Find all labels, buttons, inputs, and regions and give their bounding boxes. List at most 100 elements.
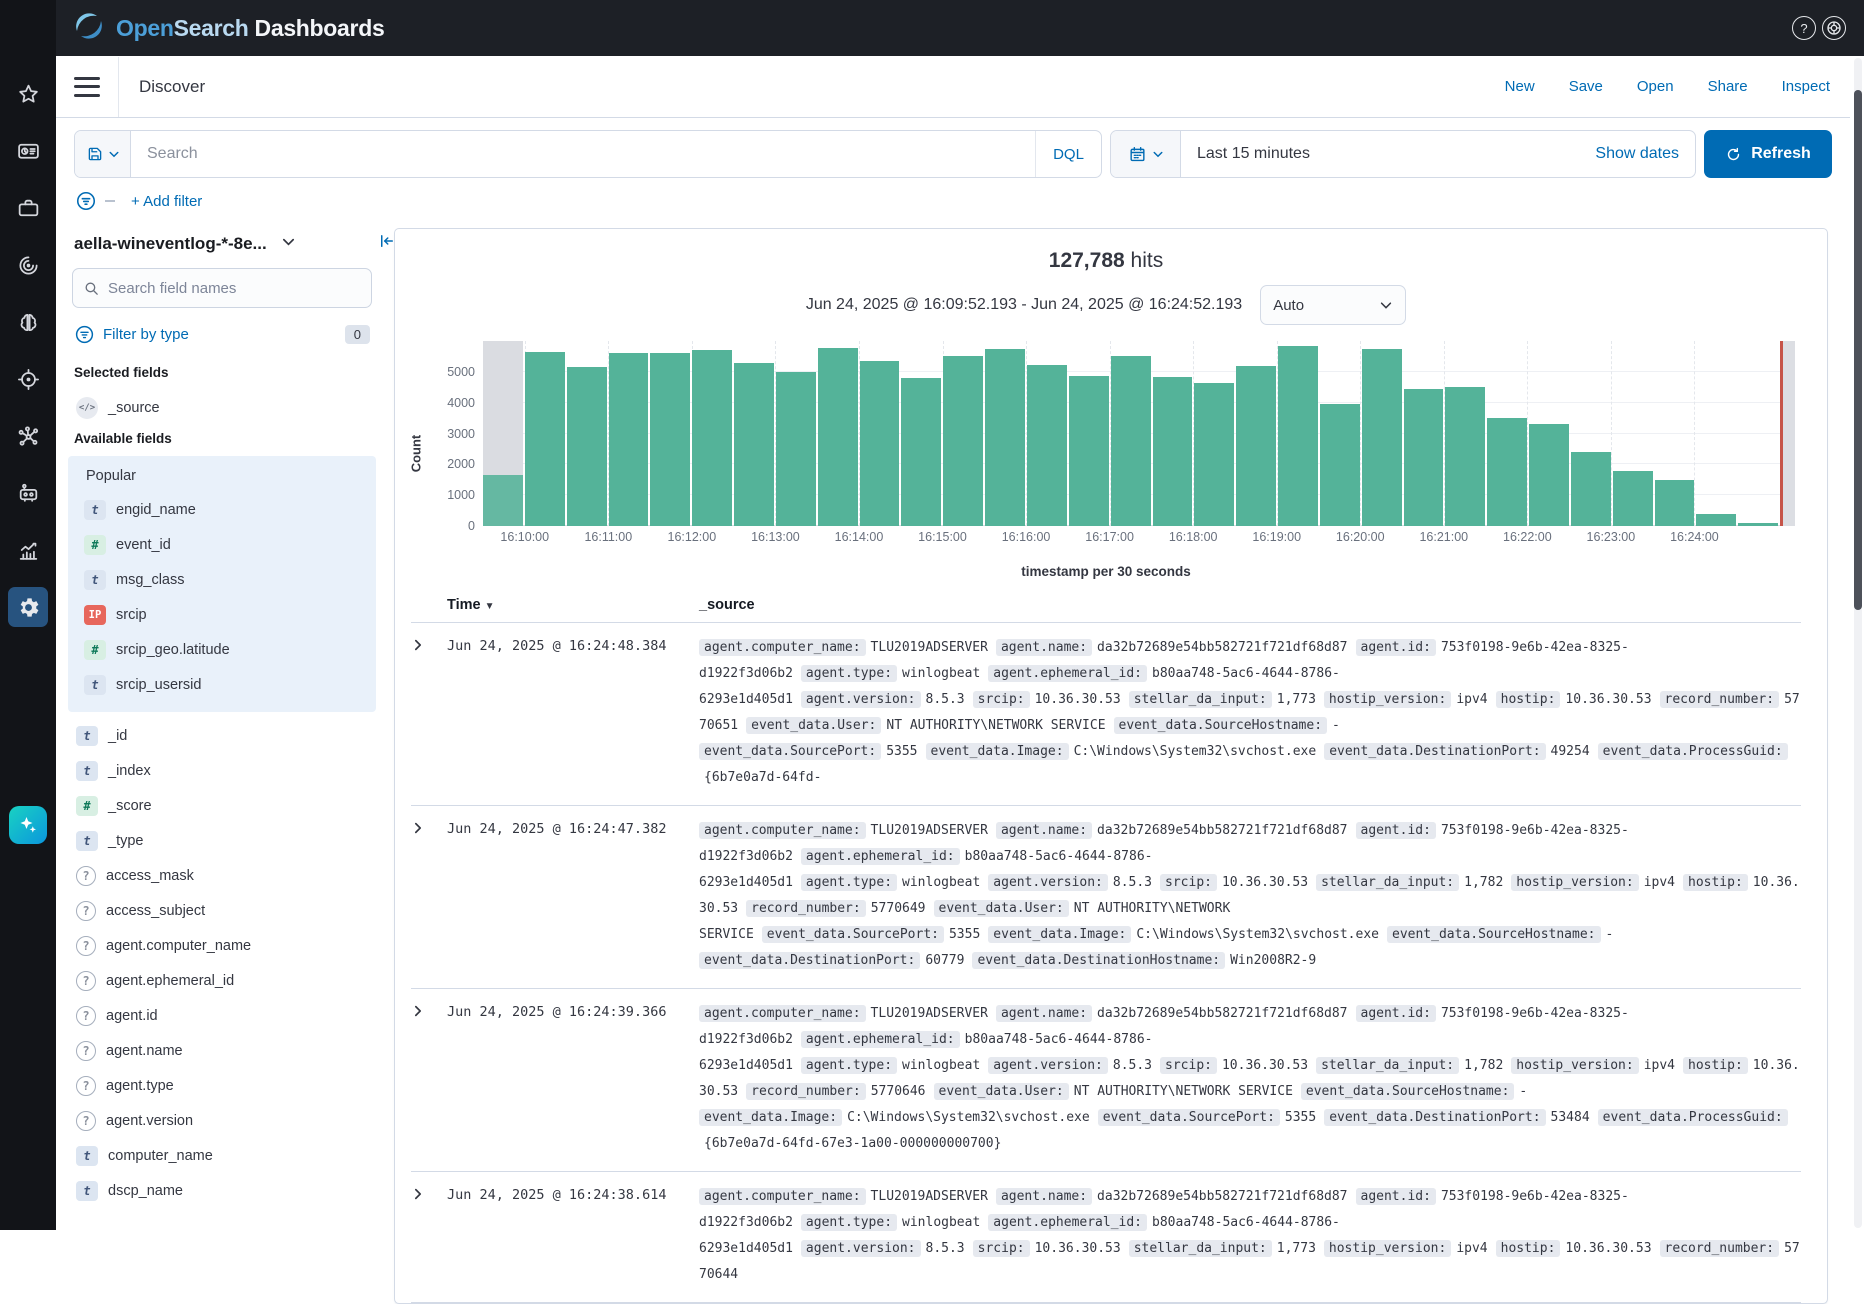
action-open[interactable]: Open — [1637, 78, 1674, 95]
collapse-sidebar-icon[interactable] — [378, 232, 396, 255]
histogram-bucket-16:09:30[interactable] — [483, 341, 523, 526]
action-inspect[interactable]: Inspect — [1782, 78, 1830, 95]
histogram-bucket-16:17:00[interactable] — [1111, 341, 1151, 526]
expand-row-icon[interactable] — [411, 635, 447, 791]
field-item-_index[interactable]: t _index — [72, 753, 372, 788]
scrollbar-thumb[interactable] — [1854, 90, 1862, 610]
field-value: NT AUTHORITY\NETWORK SERVICE — [1069, 1084, 1293, 1099]
histogram-bucket-16:23:30[interactable] — [1655, 341, 1695, 526]
histogram-bucket-16:19:30[interactable] — [1320, 341, 1360, 526]
histogram-bucket-16:19:00[interactable] — [1278, 341, 1318, 526]
histogram-bucket-16:23:00[interactable] — [1613, 341, 1653, 526]
kv-pair: agent.computer_name:TLU2019ADSERVER — [699, 640, 988, 655]
action-new[interactable]: New — [1505, 78, 1535, 95]
histogram-bucket-16:15:30[interactable] — [985, 341, 1025, 526]
help-icon[interactable]: ? — [1792, 16, 1816, 40]
field-item-srcip[interactable]: IP srcip — [72, 597, 372, 632]
histogram-bucket-16:12:30[interactable] — [734, 341, 774, 526]
time-column-header[interactable]: Time▼ — [447, 597, 699, 613]
histogram-bucket-16:17:30[interactable] — [1153, 341, 1193, 526]
show-dates-link[interactable]: Show dates — [1595, 145, 1679, 163]
nav-item-favorites[interactable] — [8, 74, 48, 114]
histogram-bucket-16:13:00[interactable] — [776, 341, 816, 526]
field-item-agent.ephemeral_id[interactable]: ? agent.ephemeral_id — [72, 963, 372, 998]
add-filter-button[interactable]: + Add filter — [131, 193, 202, 210]
histogram-bucket-16:20:30[interactable] — [1404, 341, 1444, 526]
field-item-agent.name[interactable]: ? agent.name — [72, 1033, 372, 1068]
expand-row-icon[interactable] — [411, 1184, 447, 1288]
nav-item-settings[interactable] — [8, 587, 48, 627]
histogram-bucket-16:21:30[interactable] — [1487, 341, 1527, 526]
action-save[interactable]: Save — [1569, 78, 1603, 95]
histogram-plot-area[interactable] — [483, 341, 1795, 526]
lifebuoy-icon[interactable] — [1822, 16, 1846, 40]
histogram-bucket-16:16:00[interactable] — [1027, 341, 1067, 526]
field-search-input[interactable] — [108, 280, 361, 297]
field-item-agent.id[interactable]: ? agent.id — [72, 998, 372, 1033]
histogram-bucket-16:14:00[interactable] — [860, 341, 900, 526]
field-item-_source[interactable]: </> _source — [72, 390, 372, 425]
nav-item-overview[interactable] — [8, 131, 48, 171]
histogram-bucket-16:20:00[interactable] — [1362, 341, 1402, 526]
calendar-button[interactable] — [1111, 131, 1181, 177]
field-item-computer_name[interactable]: t computer_name — [72, 1138, 372, 1173]
histogram-bucket-16:22:30[interactable] — [1571, 341, 1611, 526]
nav-item-analytics[interactable] — [8, 530, 48, 570]
nav-item-automation[interactable] — [8, 473, 48, 513]
histogram-bucket-16:18:00[interactable] — [1194, 341, 1234, 526]
histogram-bucket-16:11:00[interactable] — [609, 341, 649, 526]
opensearch-logo[interactable]: OpenSearchDashboards — [72, 9, 384, 48]
sort-desc-icon[interactable]: ▼ — [485, 601, 495, 612]
field-item-_type[interactable]: t _type — [72, 823, 372, 858]
nav-item-hunting[interactable] — [8, 245, 48, 285]
field-item-_id[interactable]: t _id — [72, 718, 372, 753]
nav-item-cases[interactable] — [8, 188, 48, 228]
field-item-event_id[interactable]: # event_id — [72, 527, 372, 562]
chevron-down-icon[interactable] — [281, 234, 296, 254]
histogram-bucket-16:24:00[interactable] — [1696, 341, 1736, 526]
nav-item-assistant[interactable] — [9, 806, 47, 844]
field-item-agent.computer_name[interactable]: ? agent.computer_name — [72, 928, 372, 963]
histogram-bucket-16:24:30[interactable] — [1738, 341, 1778, 526]
histogram-bucket-16:15:00[interactable] — [943, 341, 983, 526]
field-value: 5355 — [1280, 1110, 1316, 1125]
histogram-bucket-16:10:00[interactable] — [525, 341, 565, 526]
histogram-bucket-16:11:30[interactable] — [650, 341, 690, 526]
interval-select[interactable]: Auto — [1260, 285, 1406, 325]
histogram-bucket-16:13:30[interactable] — [818, 341, 858, 526]
field-item-srcip_usersid[interactable]: t srcip_usersid — [72, 667, 372, 702]
histogram-bucket-16:21:00[interactable] — [1445, 341, 1485, 526]
field-item-engid_name[interactable]: t engid_name — [72, 492, 372, 527]
saved-query-button[interactable] — [75, 131, 131, 177]
field-item-agent.type[interactable]: ? agent.type — [72, 1068, 372, 1103]
field-item-msg_class[interactable]: t msg_class — [72, 562, 372, 597]
histogram-bucket-16:22:00[interactable] — [1529, 341, 1569, 526]
field-item-access_mask[interactable]: ? access_mask — [72, 858, 372, 893]
field-item-access_subject[interactable]: ? access_subject — [72, 893, 372, 928]
histogram-bucket-16:16:30[interactable] — [1069, 341, 1109, 526]
refresh-button[interactable]: Refresh — [1704, 130, 1832, 178]
histogram-bucket-16:18:30[interactable] — [1236, 341, 1276, 526]
page-scrollbar[interactable] — [1854, 58, 1862, 1228]
histogram-bucket-16:14:30[interactable] — [901, 341, 941, 526]
nav-item-machine-learning[interactable] — [8, 302, 48, 342]
kv-pair: agent.computer_name:TLU2019ADSERVER — [699, 823, 988, 838]
expand-row-icon[interactable] — [411, 1001, 447, 1157]
menu-icon[interactable] — [74, 77, 100, 97]
action-share[interactable]: Share — [1708, 78, 1748, 95]
expand-row-icon[interactable] — [411, 818, 447, 974]
field-item-srcip_geo.latitude[interactable]: # srcip_geo.latitude — [72, 632, 372, 667]
field-key-chip: agent.name: — [996, 822, 1092, 839]
field-item-dscp_name[interactable]: t dscp_name — [72, 1173, 372, 1208]
histogram-bucket-16:12:00[interactable] — [692, 341, 732, 526]
query-language-button[interactable]: DQL — [1035, 131, 1101, 177]
histogram-bucket-16:10:30[interactable] — [567, 341, 607, 526]
field-item-agent.version[interactable]: ? agent.version — [72, 1103, 372, 1138]
field-item-_score[interactable]: # _score — [72, 788, 372, 823]
index-pattern-selector[interactable]: aella-wineventlog-*-8e... — [74, 234, 267, 254]
nav-item-correlation-graph[interactable] — [8, 416, 48, 456]
time-range-button[interactable]: Last 15 minutes Show dates — [1181, 131, 1695, 177]
search-input[interactable] — [131, 131, 1035, 177]
filter-by-type-button[interactable]: Filter by type — [103, 326, 189, 343]
nav-item-detections[interactable] — [8, 359, 48, 399]
